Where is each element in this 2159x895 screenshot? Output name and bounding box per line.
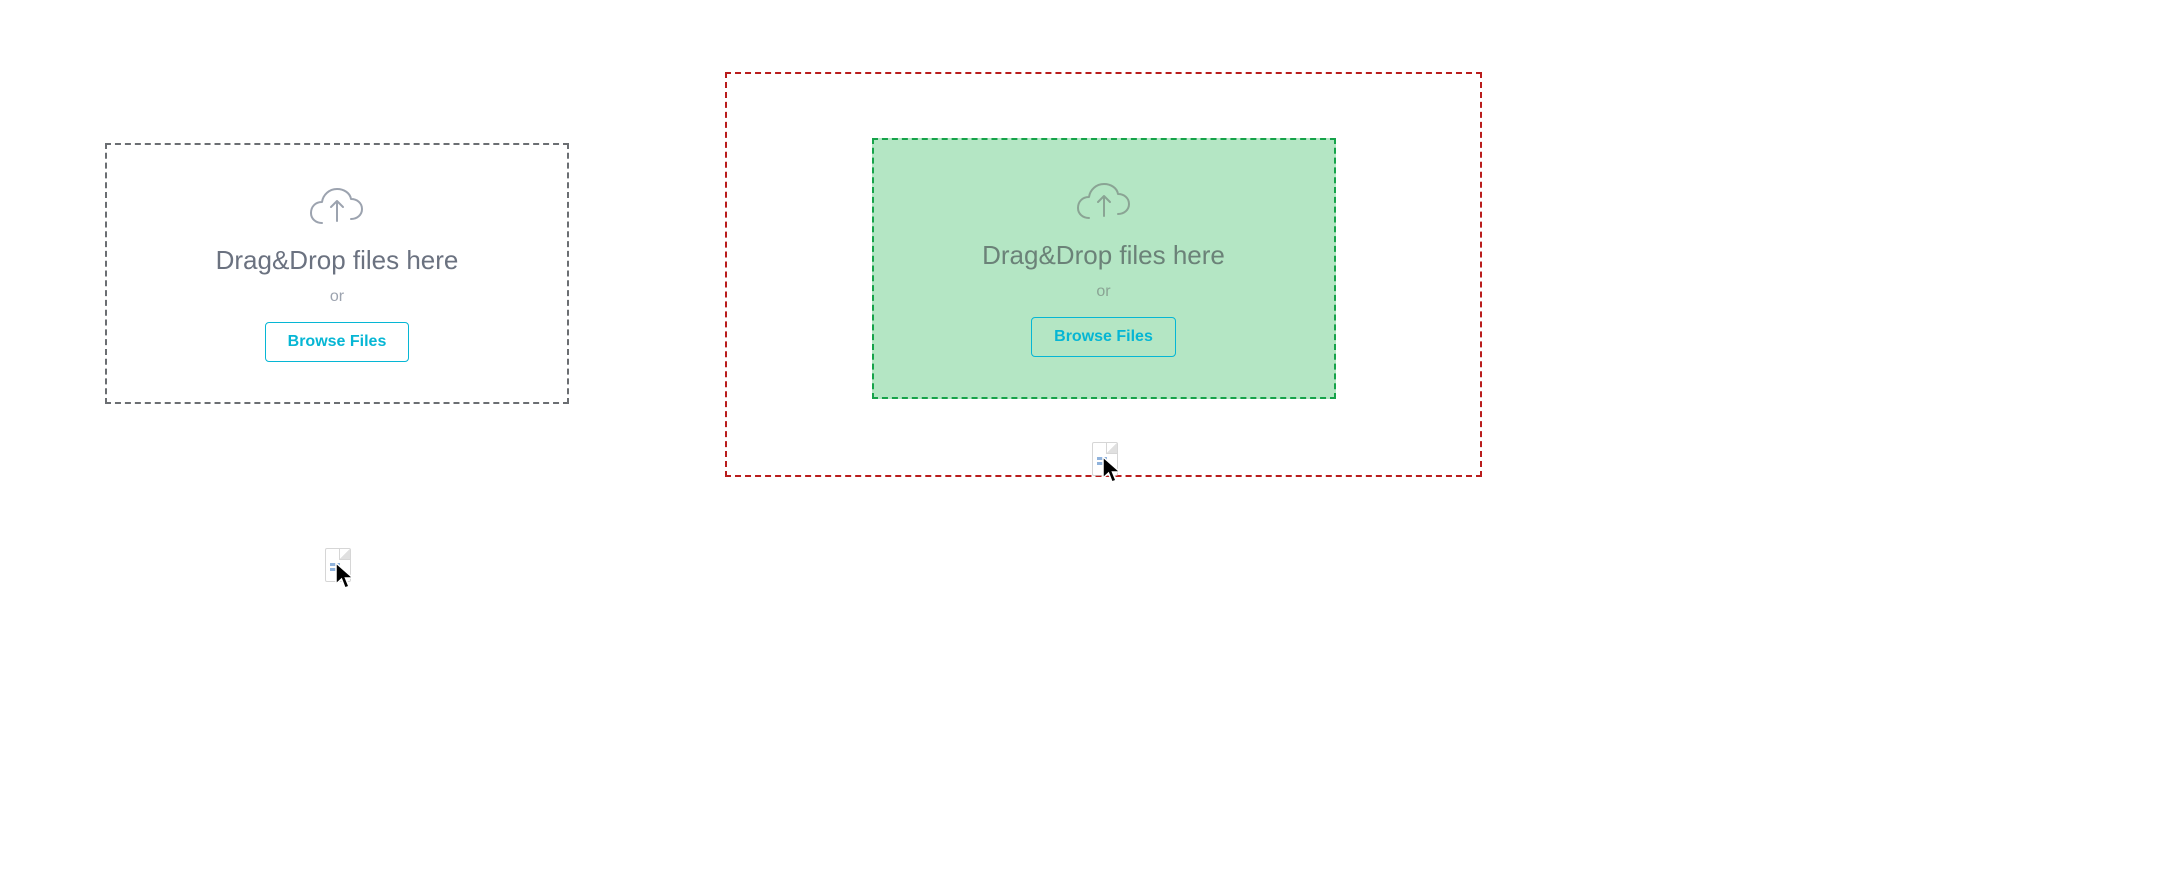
cloud-upload-icon	[307, 185, 367, 229]
dropzone-padding-region[interactable]: Drag&Drop files here or Browse Files	[725, 72, 1482, 477]
browse-files-button[interactable]: Browse Files	[1031, 317, 1176, 357]
cloud-upload-icon	[1074, 180, 1134, 224]
browse-files-button[interactable]: Browse Files	[265, 322, 410, 362]
file-dropzone-inactive[interactable]: Drag&Drop files here or Browse Files	[105, 143, 569, 404]
dragged-file-icon	[325, 548, 351, 582]
dropzone-title: Drag&Drop files here	[216, 245, 459, 276]
dropzone-or-label: or	[330, 288, 344, 306]
dropzone-title: Drag&Drop files here	[982, 240, 1225, 271]
drag-cursor-with-file	[325, 548, 351, 582]
file-dropzone-active[interactable]: Drag&Drop files here or Browse Files	[872, 138, 1336, 399]
dropzone-or-label: or	[1096, 283, 1110, 301]
pointer-cursor-icon	[335, 562, 357, 595]
